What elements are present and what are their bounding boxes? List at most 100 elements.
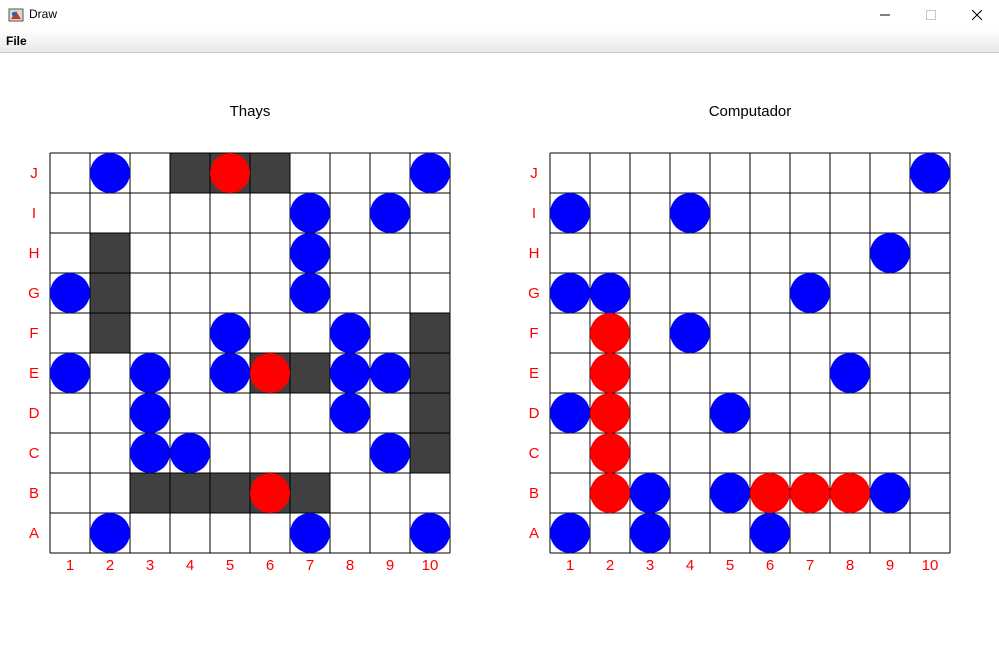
grid-cell-F4[interactable]	[170, 313, 210, 353]
grid-cell-I8[interactable]	[330, 193, 370, 233]
grid-cell-I2[interactable]	[90, 193, 130, 233]
grid-cell-J1[interactable]	[550, 153, 590, 193]
grid-cell-D9[interactable]	[370, 393, 410, 433]
grid-cell-H6[interactable]	[750, 233, 790, 273]
grid-cell-F1[interactable]	[550, 313, 590, 353]
grid-cell-H10[interactable]	[910, 233, 950, 273]
grid-cell-G5[interactable]	[210, 273, 250, 313]
grid-cell-G4[interactable]	[670, 273, 710, 313]
grid-cell-B8[interactable]	[330, 473, 370, 513]
grid-cell-A4[interactable]	[670, 513, 710, 553]
grid-cell-G10[interactable]	[410, 273, 450, 313]
grid-cell-H4[interactable]	[670, 233, 710, 273]
grid-cell-H10[interactable]	[410, 233, 450, 273]
grid-cell-I6[interactable]	[250, 193, 290, 233]
grid-cell-A9[interactable]	[870, 513, 910, 553]
grid-cell-A5[interactable]	[210, 513, 250, 553]
grid-cell-G3[interactable]	[130, 273, 170, 313]
grid-cell-D1[interactable]	[50, 393, 90, 433]
grid-cell-I8[interactable]	[830, 193, 870, 233]
grid-cell-C7[interactable]	[790, 433, 830, 473]
grid-cell-F9[interactable]	[370, 313, 410, 353]
grid-cell-I6[interactable]	[750, 193, 790, 233]
grid-cell-G9[interactable]	[870, 273, 910, 313]
grid-cell-I5[interactable]	[710, 193, 750, 233]
grid-cell-D10[interactable]	[910, 393, 950, 433]
grid-cell-J5[interactable]	[710, 153, 750, 193]
grid-cell-I7[interactable]	[790, 193, 830, 233]
grid-cell-I4[interactable]	[170, 193, 210, 233]
grid-cell-C6[interactable]	[250, 433, 290, 473]
grid-cell-D3[interactable]	[630, 393, 670, 433]
grid-cell-H8[interactable]	[830, 233, 870, 273]
grid-cell-C9[interactable]	[870, 433, 910, 473]
grid-cell-I3[interactable]	[130, 193, 170, 233]
grid-cell-C7[interactable]	[290, 433, 330, 473]
grid-cell-F5[interactable]	[710, 313, 750, 353]
grid-cell-C4[interactable]	[670, 433, 710, 473]
grid-cell-G5[interactable]	[710, 273, 750, 313]
grid-cell-A5[interactable]	[710, 513, 750, 553]
grid-cell-E4[interactable]	[670, 353, 710, 393]
grid-cell-E9[interactable]	[870, 353, 910, 393]
grid-cell-F10[interactable]	[910, 313, 950, 353]
grid-cell-E2[interactable]	[90, 353, 130, 393]
grid-cell-D9[interactable]	[870, 393, 910, 433]
grid-cell-H1[interactable]	[550, 233, 590, 273]
minimize-button[interactable]	[862, 0, 908, 30]
grid-cell-C5[interactable]	[710, 433, 750, 473]
grid-cell-I5[interactable]	[210, 193, 250, 233]
grid-cell-D6[interactable]	[750, 393, 790, 433]
grid-cell-A9[interactable]	[370, 513, 410, 553]
grid-cell-A4[interactable]	[170, 513, 210, 553]
grid-cell-A6[interactable]	[250, 513, 290, 553]
grid-cell-G9[interactable]	[370, 273, 410, 313]
grid-cell-B2[interactable]	[90, 473, 130, 513]
grid-cell-H2[interactable]	[590, 233, 630, 273]
grid-cell-H5[interactable]	[210, 233, 250, 273]
grid-cell-J6[interactable]	[750, 153, 790, 193]
grid-cell-B10[interactable]	[410, 473, 450, 513]
grid-cell-F8[interactable]	[830, 313, 870, 353]
grid-cell-E1[interactable]	[550, 353, 590, 393]
grid-cell-C2[interactable]	[90, 433, 130, 473]
menu-file[interactable]: File	[6, 34, 27, 48]
grid-cell-A3[interactable]	[130, 513, 170, 553]
grid-cell-H9[interactable]	[370, 233, 410, 273]
grid-cell-E10[interactable]	[910, 353, 950, 393]
grid-cell-I3[interactable]	[630, 193, 670, 233]
grid-cell-E6[interactable]	[750, 353, 790, 393]
grid-cell-J8[interactable]	[830, 153, 870, 193]
grid-cell-F1[interactable]	[50, 313, 90, 353]
grid-cell-C8[interactable]	[330, 433, 370, 473]
grid-cell-B4[interactable]	[670, 473, 710, 513]
grid-cell-C1[interactable]	[550, 433, 590, 473]
grid-cell-J8[interactable]	[330, 153, 370, 193]
close-button[interactable]	[954, 0, 999, 30]
grid-cell-J3[interactable]	[630, 153, 670, 193]
grid-cell-J9[interactable]	[870, 153, 910, 193]
grid-cell-B1[interactable]	[550, 473, 590, 513]
grid-cell-D6[interactable]	[250, 393, 290, 433]
grid-cell-F7[interactable]	[790, 313, 830, 353]
grid-cell-J1[interactable]	[50, 153, 90, 193]
grid-cell-F7[interactable]	[290, 313, 330, 353]
grid-cell-E7[interactable]	[790, 353, 830, 393]
grid-cell-I10[interactable]	[910, 193, 950, 233]
grid-cell-G6[interactable]	[750, 273, 790, 313]
grid-cell-D4[interactable]	[170, 393, 210, 433]
grid-cell-E5[interactable]	[710, 353, 750, 393]
grid-cell-D8[interactable]	[830, 393, 870, 433]
grid-cell-G3[interactable]	[630, 273, 670, 313]
grid-cell-F3[interactable]	[130, 313, 170, 353]
grid-cell-H5[interactable]	[710, 233, 750, 273]
grid-cell-F6[interactable]	[250, 313, 290, 353]
grid-cell-D5[interactable]	[210, 393, 250, 433]
grid-cell-G4[interactable]	[170, 273, 210, 313]
grid-cell-C1[interactable]	[50, 433, 90, 473]
grid-cell-H8[interactable]	[330, 233, 370, 273]
grid-cell-B1[interactable]	[50, 473, 90, 513]
grid-cell-G10[interactable]	[910, 273, 950, 313]
grid-cell-B9[interactable]	[370, 473, 410, 513]
grid-cell-D7[interactable]	[290, 393, 330, 433]
